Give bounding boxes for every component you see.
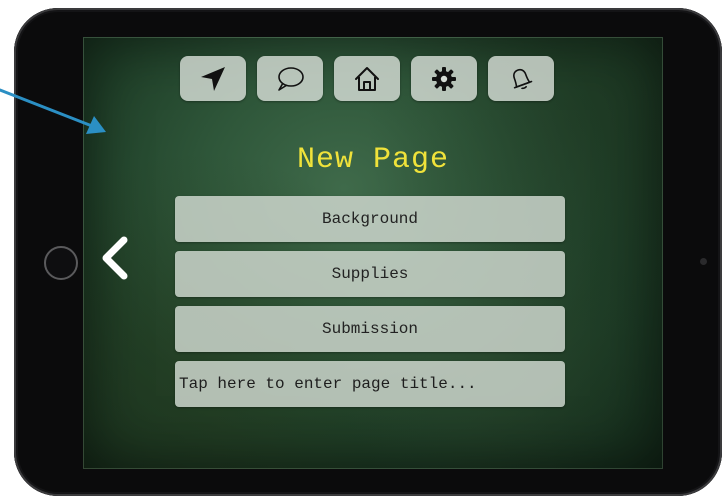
back-button[interactable]	[97, 234, 131, 282]
bell-icon	[513, 68, 533, 89]
chat-button[interactable]	[257, 56, 323, 101]
camera-dot	[700, 258, 707, 265]
top-toolbar	[180, 56, 554, 101]
chevron-left-icon	[102, 236, 128, 280]
stage: New Page Background Supplies Submission …	[0, 0, 724, 498]
menu-item-submission[interactable]: Submission	[175, 306, 565, 352]
page-title-input[interactable]: Tap here to enter page title...	[175, 361, 565, 407]
menu-item-supplies[interactable]: Supplies	[175, 251, 565, 297]
settings-button[interactable]	[411, 56, 477, 101]
navigation-arrow-icon	[201, 66, 225, 91]
menu-item-background[interactable]: Background	[175, 196, 565, 242]
gear-icon	[432, 66, 456, 91]
page-title: New Page	[296, 143, 450, 177]
home-button[interactable]	[334, 56, 400, 101]
navigation-button[interactable]	[180, 56, 246, 101]
section-menu: Background Supplies Submission Tap here …	[175, 196, 565, 416]
home-icon	[355, 66, 379, 91]
app-screen: New Page Background Supplies Submission …	[83, 37, 663, 469]
home-hardware-button[interactable]	[44, 246, 78, 280]
chat-bubble-icon	[278, 66, 304, 91]
notifications-button[interactable]	[488, 56, 554, 101]
annotation-arrow-icon	[0, 88, 106, 134]
